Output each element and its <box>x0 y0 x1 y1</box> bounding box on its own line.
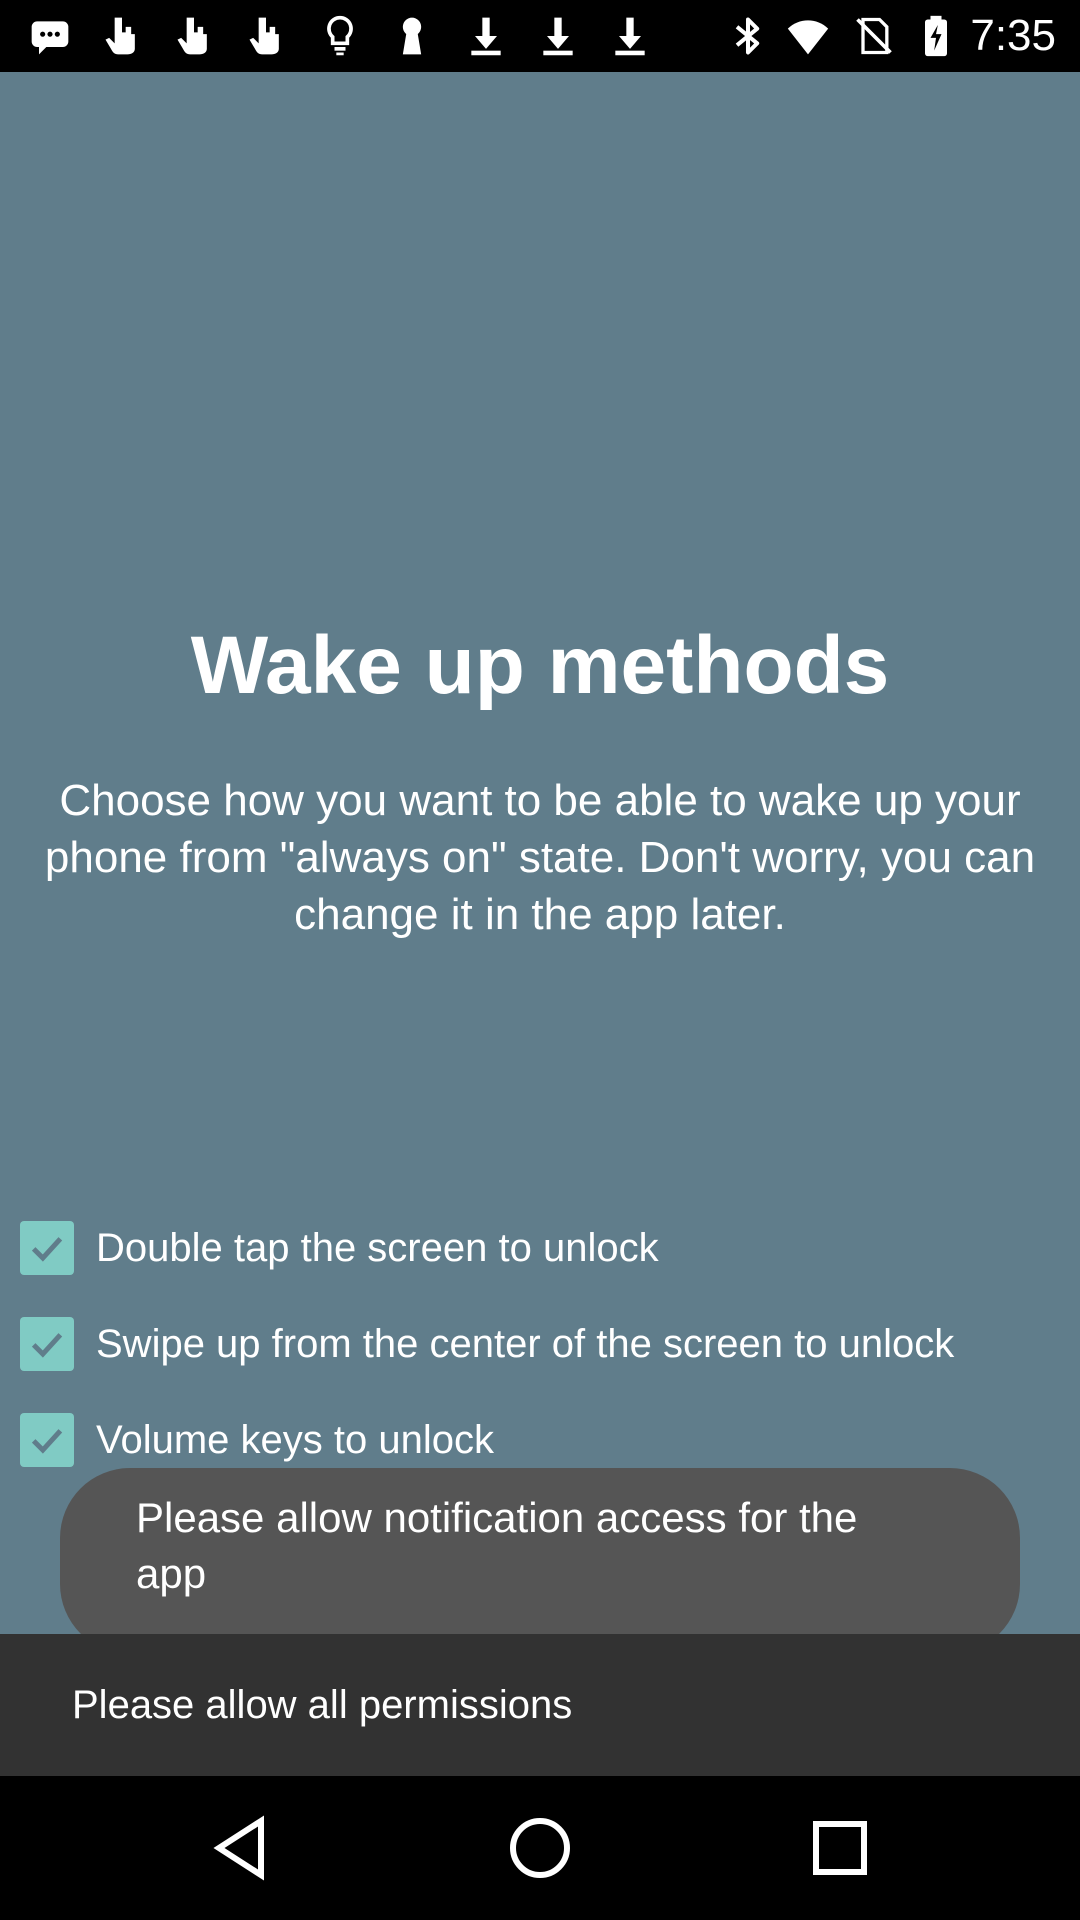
checkbox-checked[interactable] <box>20 1413 74 1467</box>
checkbox-checked[interactable] <box>20 1317 74 1371</box>
check-icon <box>31 1237 63 1262</box>
option-label: Volume keys to unlock <box>96 1417 494 1462</box>
toast-message: Please allow notification access for the… <box>60 1468 1020 1634</box>
navigation-bar <box>0 1776 1080 1920</box>
option-label: Double tap the screen to unlock <box>96 1225 659 1270</box>
hand-icon <box>244 14 288 58</box>
checkbox-checked[interactable] <box>20 1221 74 1275</box>
download-icon <box>608 14 652 58</box>
check-icon <box>31 1333 63 1358</box>
page-title: Wake up methods <box>190 620 890 711</box>
no-sim-icon <box>852 14 896 58</box>
hand-icon <box>172 14 216 58</box>
keyhole-icon <box>390 14 434 58</box>
page-description: Choose how you want to be able to wake u… <box>44 776 1036 939</box>
option-label: Swipe up from the center of the screen t… <box>96 1321 955 1366</box>
snackbar-text: Please allow all permissions <box>72 1682 573 1727</box>
home-icon[interactable] <box>504 1812 576 1884</box>
battery-charging-icon <box>914 14 958 58</box>
hand-icon <box>100 14 144 58</box>
bluetooth-icon <box>726 14 770 58</box>
download-icon <box>536 14 580 58</box>
option-double-tap[interactable]: Double tap the screen to unlock <box>20 1220 659 1276</box>
intro-page: Wake up methods Choose how you want to b… <box>0 72 1080 1634</box>
bulb-icon <box>318 14 362 58</box>
screen: 7:35 Wake up methods Choose how you want… <box>0 0 1080 1920</box>
check-icon <box>31 1429 63 1454</box>
status-bar: 7:35 <box>0 0 1080 72</box>
snackbar: Please allow all permissions <box>0 1634 1080 1776</box>
recents-icon[interactable] <box>804 1812 876 1884</box>
wifi-icon <box>786 14 830 58</box>
option-volume-keys[interactable]: Volume keys to unlock <box>20 1412 494 1468</box>
clock: 7:35 <box>970 11 1056 60</box>
option-swipe-up[interactable]: Swipe up from the center of the screen t… <box>20 1316 954 1372</box>
back-icon[interactable] <box>204 1812 276 1884</box>
message-icon <box>28 14 72 58</box>
download-icon <box>464 14 508 58</box>
